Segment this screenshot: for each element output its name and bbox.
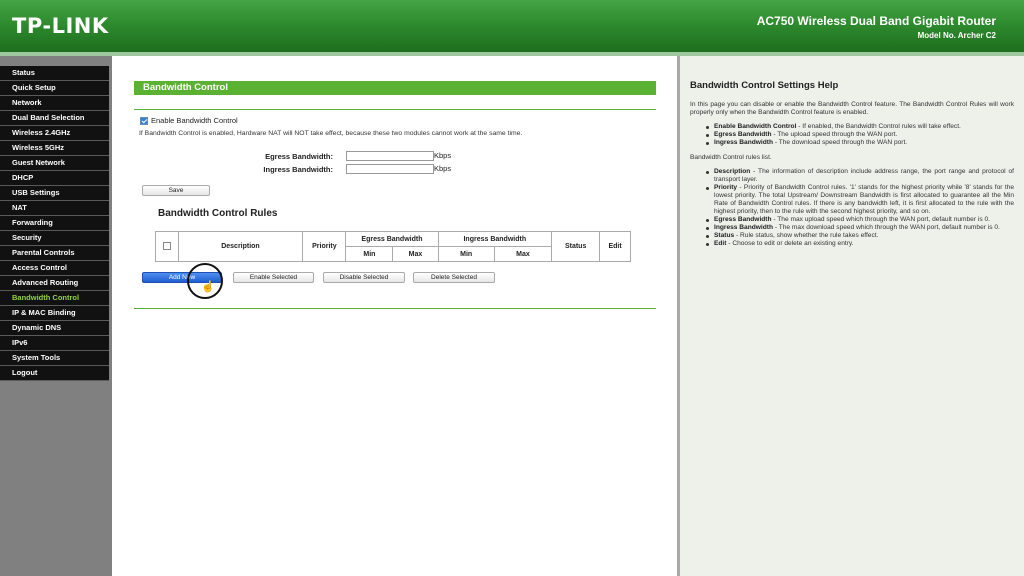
help-desc: - The max upload speed which through the…: [771, 216, 990, 223]
enable-selected-button[interactable]: Enable Selected: [233, 272, 314, 283]
help-desc: - If enabled, the Bandwidth Control rule…: [796, 123, 961, 130]
help-term: Description: [714, 168, 751, 175]
egress-unit: Kbps: [434, 151, 452, 160]
hardware-nat-note: If Bandwidth Control is enabled, Hardwar…: [139, 130, 523, 137]
sidebar-item-bandwidth-control[interactable]: Bandwidth Control: [0, 291, 109, 306]
help-rules-intro: Bandwidth Control rules list.: [690, 154, 772, 161]
help-term: Ingress Bandwidth: [714, 139, 773, 146]
egress-bandwidth-input[interactable]: [346, 151, 434, 161]
header-banner: TP-LINK AC750 Wireless Dual Band Gigabit…: [0, 0, 1024, 52]
sidebar-item-forwarding[interactable]: Forwarding: [0, 216, 109, 231]
delete-selected-button[interactable]: Delete Selected: [413, 272, 495, 283]
help-desc: - Priority of Bandwidth Control rules. '…: [714, 184, 1014, 215]
help-desc: - The download speed through the WAN por…: [772, 139, 908, 146]
help-desc: - The max download speed which through t…: [772, 224, 1000, 231]
help-list-item: Description - The information of descrip…: [706, 168, 1014, 184]
disable-selected-button[interactable]: Disable Selected: [323, 272, 405, 283]
sidebar-item-access-control[interactable]: Access Control: [0, 261, 109, 276]
help-term: Egress Bandwidth: [714, 131, 772, 138]
col-description: Description: [177, 231, 304, 262]
select-all-checkbox[interactable]: [162, 241, 171, 250]
help-term: Ingress Bandwidth: [714, 224, 773, 231]
sidebar-item-nat[interactable]: NAT: [0, 201, 109, 216]
help-list-settings: Enable Bandwidth Control - If enabled, t…: [706, 123, 1014, 147]
help-term: Priority: [714, 184, 738, 191]
help-list-item: Egress Bandwidth - The max upload speed …: [706, 216, 1014, 224]
help-panel: Bandwidth Control Settings Help In this …: [680, 56, 1024, 576]
help-list-item: Edit - Choose to edit or delete an exist…: [706, 240, 1014, 248]
help-term: Enable Bandwidth Control: [714, 123, 797, 130]
enable-bandwidth-control-checkbox[interactable]: [140, 116, 148, 125]
col-ingress-max: Max: [493, 246, 553, 262]
sidebar-item-ip-mac-binding[interactable]: IP & MAC Binding: [0, 306, 109, 321]
help-list-item: Priority - Priority of Bandwidth Control…: [706, 184, 1014, 216]
col-egress-min: Min: [345, 246, 394, 262]
help-intro: In this page you can disable or enable t…: [690, 101, 1014, 116]
help-list-item: Status - Rule status, show whether the r…: [706, 232, 1014, 240]
sidebar-item-dual-band-selection[interactable]: Dual Band Selection: [0, 111, 109, 126]
sidebar-item-dynamic-dns[interactable]: Dynamic DNS: [0, 321, 109, 336]
help-list-item: Egress Bandwidth - The upload speed thro…: [706, 131, 1014, 139]
rules-title: Bandwidth Control Rules: [158, 208, 278, 219]
enable-bandwidth-control-label: Enable Bandwidth Control: [151, 116, 238, 125]
sidebar-item-logout[interactable]: Logout: [0, 366, 109, 381]
help-list-item: Ingress Bandwidth - The max download spe…: [706, 224, 1014, 232]
bandwidth-rules-table: Description Priority Egress Bandwidth In…: [155, 231, 631, 262]
help-title: Bandwidth Control Settings Help: [690, 80, 839, 91]
sidebar-menu: Status Quick Setup Network Dual Band Select…: [0, 66, 109, 381]
help-term: Edit: [714, 240, 727, 247]
model-number: Model No. Archer C2: [917, 31, 996, 40]
sidebar-item-dhcp[interactable]: DHCP: [0, 171, 109, 186]
sidebar-item-wireless-2-4ghz[interactable]: Wireless 2.4GHz: [0, 126, 109, 141]
sidebar-item-quick-setup[interactable]: Quick Setup: [0, 81, 109, 96]
help-desc: - Choose to edit or delete an existing e…: [726, 240, 854, 247]
col-egress-bandwidth: Egress Bandwidth: [345, 231, 439, 247]
select-all-cell: [155, 231, 179, 262]
help-list-rules: Description - The information of descrip…: [706, 168, 1014, 248]
model-title: AC750 Wireless Dual Band Gigabit Router: [756, 14, 996, 28]
main-content: Bandwidth Control Enable Bandwidth Contr…: [113, 56, 676, 576]
col-ingress-bandwidth: Ingress Bandwidth: [437, 231, 553, 247]
sidebar-item-advanced-routing[interactable]: Advanced Routing: [0, 276, 109, 291]
tp-link-logo: TP-LINK: [12, 14, 109, 38]
col-egress-max: Max: [392, 246, 439, 262]
help-desc: - Rule status, show whether the rule tak…: [734, 232, 879, 239]
help-list-item: Enable Bandwidth Control - If enabled, t…: [706, 123, 1014, 131]
sidebar-item-security[interactable]: Security: [0, 231, 109, 246]
sidebar-item-ipv6[interactable]: IPv6: [0, 336, 109, 351]
ingress-bandwidth-input[interactable]: [346, 164, 434, 174]
sidebar-item-wireless-5ghz[interactable]: Wireless 5GHz: [0, 141, 109, 156]
col-ingress-min: Min: [437, 246, 495, 262]
bottom-divider: [134, 308, 656, 309]
egress-bandwidth-label: Egress Bandwidth:: [265, 152, 333, 161]
enable-bandwidth-control-row: Enable Bandwidth Control: [140, 116, 238, 125]
page-title: Bandwidth Control: [134, 81, 656, 95]
help-list-item: Ingress Bandwidth - The download speed t…: [706, 139, 1014, 147]
ingress-unit: Kbps: [434, 164, 452, 173]
col-status: Status: [551, 231, 601, 262]
col-priority: Priority: [302, 231, 347, 262]
help-desc: - The upload speed through the WAN port.: [771, 131, 898, 138]
help-term: Status: [714, 232, 735, 239]
sidebar-item-guest-network[interactable]: Guest Network: [0, 156, 109, 171]
hand-pointer-icon: ☝: [201, 281, 215, 293]
sidebar-item-network[interactable]: Network: [0, 96, 109, 111]
help-term: Egress Bandwidth: [714, 216, 772, 223]
sidebar-item-system-tools[interactable]: System Tools: [0, 351, 109, 366]
sidebar-item-parental-controls[interactable]: Parental Controls: [0, 246, 109, 261]
sidebar-item-status[interactable]: Status: [0, 66, 109, 81]
title-divider: [134, 109, 656, 110]
ingress-bandwidth-label: Ingress Bandwidth:: [263, 165, 333, 174]
col-edit: Edit: [599, 231, 631, 262]
help-desc: - The information of description include…: [714, 168, 1014, 183]
save-button[interactable]: Save: [142, 185, 210, 196]
sidebar-item-usb-settings[interactable]: USB Settings: [0, 186, 109, 201]
